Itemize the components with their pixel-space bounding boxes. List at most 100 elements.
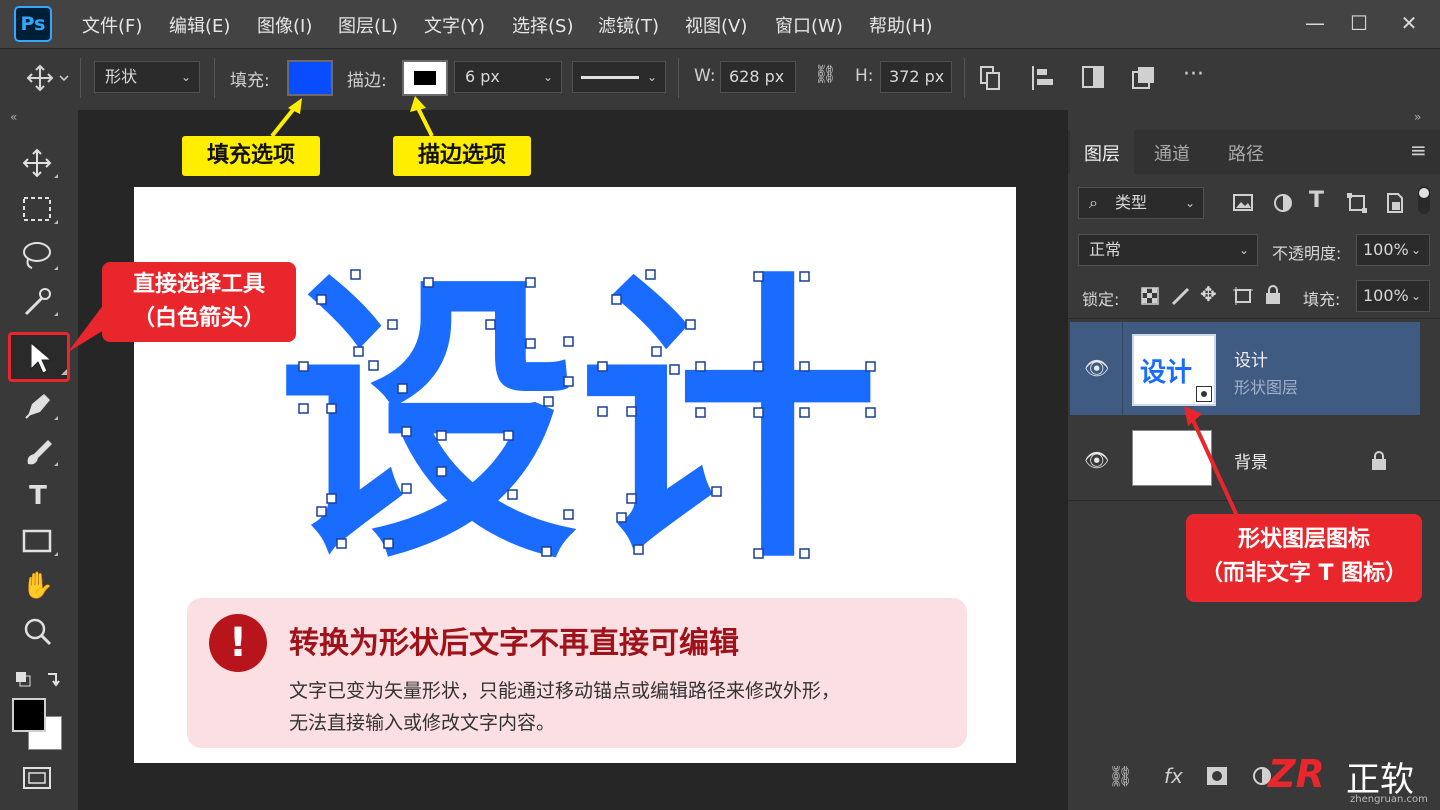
menu-window[interactable]: 窗口(W)	[775, 12, 843, 38]
filter-adjustment-icon[interactable]	[1272, 192, 1294, 214]
stroke-width-select[interactable]: 6 px ⌄	[454, 61, 562, 93]
direct-selection-tool[interactable]	[8, 332, 70, 382]
lock-transparent-icon[interactable]	[1140, 286, 1160, 306]
foreground-color-swatch[interactable]	[12, 698, 46, 732]
opacity-value: 100%	[1363, 240, 1409, 259]
direct-select-callout-line2: （白色箭头）	[132, 306, 265, 331]
menu-image[interactable]: 图像(I)	[257, 12, 312, 38]
chevron-down-icon: ⌄	[1410, 289, 1421, 303]
chevron-down-icon: ⌄	[1238, 243, 1249, 257]
rectangle-tool[interactable]	[20, 524, 58, 560]
hand-tool[interactable]: ✋	[18, 566, 58, 606]
collapse-toolbar-icon[interactable]: «	[10, 110, 17, 124]
brush-tool[interactable]	[20, 434, 58, 470]
menu-filter[interactable]: 滤镜(T)	[598, 12, 659, 38]
path-operations-icon[interactable]	[978, 64, 1002, 92]
close-icon[interactable]: ✕	[1394, 8, 1424, 38]
layer-filter-value: 类型	[1115, 193, 1148, 212]
menu-bar: Ps 文件(F) 编辑(E) 图像(I) 图层(L) 文字(Y) 选择(S) 滤…	[0, 0, 1440, 48]
lock-label: 锁定:	[1082, 290, 1120, 309]
default-colors-icon[interactable]	[14, 666, 66, 690]
zoom-tool[interactable]	[20, 614, 58, 650]
filter-type-icon[interactable]: T	[1309, 188, 1324, 213]
lock-icon	[1372, 451, 1386, 470]
opacity-input[interactable]: 100% ⌄	[1356, 234, 1430, 266]
watermark: ZR 正软 zhengruan.com	[1268, 752, 1440, 810]
warning-card: ! 转换为形状后文字不再直接可编辑 文字已变为矢量形状，只能通过移动锚点或编辑路…	[187, 598, 967, 748]
stroke-line-preview	[581, 76, 639, 79]
eye-icon[interactable]: 👁	[1084, 356, 1109, 380]
divider	[678, 58, 679, 98]
fx-icon[interactable]: fx	[1164, 764, 1183, 788]
shape-mode-select[interactable]: 形状 ⌄	[94, 61, 200, 93]
stroke-swatch[interactable]	[402, 60, 448, 96]
lasso-tool[interactable]	[20, 238, 58, 274]
stroke-width-value: 6 px	[465, 67, 500, 86]
pen-tool[interactable]	[20, 388, 58, 424]
eye-icon[interactable]: 👁	[1084, 448, 1109, 472]
add-mask-icon[interactable]	[1206, 766, 1228, 786]
move-tool[interactable]	[20, 146, 58, 182]
link-icon[interactable]: ⛓	[814, 64, 837, 85]
chevron-down-icon: ⌄	[542, 70, 553, 84]
collapse-panel-icon[interactable]: »	[1414, 110, 1421, 124]
path-arrangement-icon[interactable]	[1080, 64, 1108, 92]
stroke-type-select[interactable]: ⌄	[572, 61, 666, 93]
filter-toggle[interactable]	[1418, 186, 1430, 214]
marquee-tool[interactable]	[20, 192, 58, 228]
shape-icon-callout-line1: 形状图层图标	[1237, 527, 1370, 552]
chevron-down-icon: ⌄	[646, 70, 657, 84]
stack-icon[interactable]	[1130, 64, 1158, 92]
menu-file[interactable]: 文件(F)	[82, 12, 142, 38]
maximize-icon[interactable]: ☐	[1344, 8, 1374, 38]
tab-layers[interactable]: 图层	[1084, 140, 1120, 166]
fill-label: 填充:	[230, 71, 270, 91]
shape-icon-callout: 形状图层图标 （而非文字 T 图标）	[1186, 514, 1422, 602]
lock-artboard-icon[interactable]	[1232, 286, 1254, 306]
menu-edit[interactable]: 编辑(E)	[169, 12, 230, 38]
direct-select-callout-line1: 直接选择工具	[132, 272, 265, 297]
divider	[964, 58, 965, 98]
layer-subtitle: 形状图层	[1234, 378, 1299, 397]
menu-type[interactable]: 文字(Y)	[424, 12, 485, 38]
height-label: H:	[855, 66, 874, 86]
fill-opacity-input[interactable]: 100% ⌄	[1356, 280, 1430, 312]
menu-layer[interactable]: 图层(L)	[338, 12, 398, 38]
menu-help[interactable]: 帮助(H)	[869, 12, 933, 38]
filter-pixel-icon[interactable]	[1232, 192, 1256, 214]
tab-paths[interactable]: 路径	[1228, 140, 1264, 166]
stroke-swatch-inner	[414, 71, 436, 85]
fill-swatch[interactable]	[287, 60, 333, 96]
layer-filter-select[interactable]: ⌕ 类型 ⌄	[1078, 187, 1204, 219]
lock-all-icon[interactable]	[1264, 284, 1282, 306]
fill-option-callout: 填充选项	[182, 136, 320, 176]
search-icon: ⌕	[1089, 193, 1098, 212]
path-alignment-icon[interactable]	[1030, 64, 1056, 92]
callout-arrow-red	[1184, 406, 1240, 519]
direct-select-callout: 直接选择工具 （白色箭头）	[102, 262, 296, 342]
menu-view[interactable]: 视图(V)	[685, 12, 747, 38]
filter-toggle-knob	[1419, 188, 1429, 198]
stroke-option-callout: 描边选项	[393, 136, 531, 176]
minimize-icon[interactable]: —	[1300, 8, 1330, 38]
menu-select[interactable]: 选择(S)	[512, 12, 573, 38]
height-input[interactable]: 372 px	[880, 61, 952, 93]
shape-icon-callout-line2: （而非文字 T 图标）	[1200, 561, 1408, 586]
width-input[interactable]: 628 px	[720, 61, 796, 93]
filter-shape-icon[interactable]	[1346, 192, 1368, 214]
divider	[1122, 322, 1123, 415]
tab-channels[interactable]: 通道	[1154, 140, 1190, 166]
lock-pixels-icon[interactable]	[1170, 286, 1192, 306]
tool-preset-picker[interactable]	[24, 62, 70, 94]
blend-mode-select[interactable]: 正常 ⌄	[1078, 234, 1258, 266]
blend-mode-value: 正常	[1089, 240, 1122, 259]
panel-menu-icon[interactable]: ≡	[1410, 138, 1427, 162]
filter-smart-object-icon[interactable]	[1384, 192, 1406, 214]
link-layers-icon[interactable]: ⛓	[1108, 764, 1133, 788]
screen-mode-icon[interactable]	[20, 764, 56, 794]
quick-selection-tool[interactable]	[20, 284, 58, 320]
move-tool-icon	[26, 64, 69, 92]
type-tool[interactable]: T	[18, 476, 58, 516]
more-options-icon[interactable]: ···	[1183, 62, 1204, 87]
lock-position-icon[interactable]: ✥	[1200, 282, 1217, 306]
